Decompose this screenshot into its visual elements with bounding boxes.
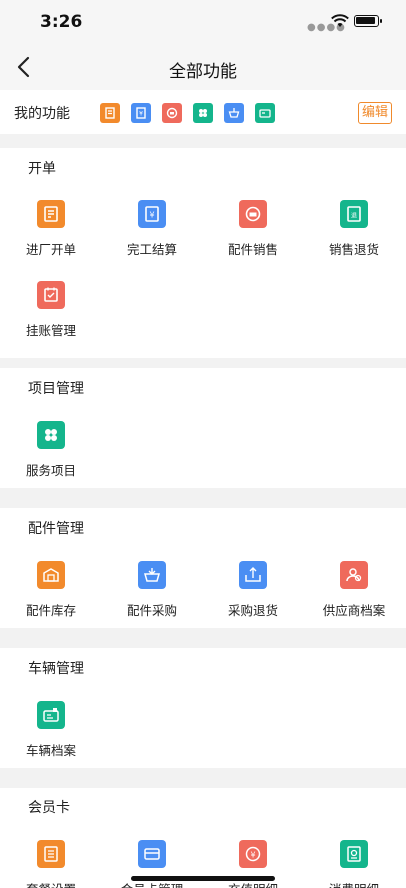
section-title: 车辆管理 <box>28 661 84 677</box>
item-label: 消费明细 <box>309 879 399 888</box>
item-purchase-return[interactable]: 采购退货 <box>208 561 298 619</box>
status-time: 3:26 <box>40 12 83 32</box>
purchase-return-icon <box>239 561 267 589</box>
settlement-icon[interactable]: ¥ <box>131 103 151 123</box>
page-title: 全部功能 <box>169 62 237 82</box>
item-settlement[interactable]: ¥ 完工结算 <box>107 200 197 258</box>
section-title: 开单 <box>28 161 56 177</box>
item-label: 销售退货 <box>328 242 379 257</box>
nav-bar: 全部功能 <box>0 46 406 90</box>
item-label: 车辆档案 <box>25 743 76 758</box>
supplier-file-icon <box>340 561 368 589</box>
settlement-icon: ¥ <box>138 200 166 228</box>
services-icon <box>37 421 65 449</box>
consumption-detail-icon <box>340 840 368 868</box>
membership-card-icon <box>138 840 166 868</box>
section-title: 项目管理 <box>28 381 84 397</box>
credit-account-icon <box>37 281 65 309</box>
section-title: 会员卡 <box>28 800 70 816</box>
item-label: 配件库存 <box>25 603 76 618</box>
item-label: 配件销售 <box>227 242 278 257</box>
item-label: 挂账管理 <box>25 323 76 338</box>
parts-sales-icon[interactable] <box>162 103 182 123</box>
svg-text:¥: ¥ <box>250 851 255 860</box>
item-label: 配件采购 <box>126 603 177 618</box>
invoice-icon <box>37 200 65 228</box>
svg-text:¥: ¥ <box>139 111 143 118</box>
home-indicator[interactable] <box>131 876 275 881</box>
parts-inventory-icon <box>37 561 65 589</box>
parts-purchase-icon <box>138 561 166 589</box>
item-label: 采购退货 <box>227 603 278 618</box>
section-parts: 配件管理 配件库存 配件采购 采购退货 供应商档案 <box>0 508 406 628</box>
item-vehicle-file[interactable]: 车辆档案 <box>6 701 96 759</box>
my-features-label: 我的功能 <box>14 106 70 122</box>
item-invoice[interactable]: 进厂开单 <box>6 200 96 258</box>
parts-sales-icon <box>239 200 267 228</box>
edit-button[interactable]: 编辑 <box>358 102 392 124</box>
parts-purchase-icon[interactable] <box>224 103 244 123</box>
status-bar: 3:26 ●●●● <box>0 0 406 46</box>
item-credit-account[interactable]: 挂账管理 <box>6 281 96 339</box>
section-title: 配件管理 <box>28 521 84 537</box>
vehicle-file-icon[interactable] <box>255 103 275 123</box>
item-label: 服务项目 <box>25 463 76 478</box>
item-supplier-file[interactable]: 供应商档案 <box>309 561 399 619</box>
item-label: 完工结算 <box>126 242 177 257</box>
sales-return-icon: 退 <box>340 200 368 228</box>
my-features-bar: 我的功能 ¥ 编辑 <box>0 90 406 134</box>
battery-icon <box>354 15 382 27</box>
services-icon[interactable] <box>193 103 213 123</box>
section-billing: 开单 进厂开单 ¥ 完工结算 配件销售 退 销售退货 挂账管理 <box>0 148 406 358</box>
item-parts-sales[interactable]: 配件销售 <box>208 200 298 258</box>
item-services[interactable]: 服务项目 <box>6 421 96 479</box>
svg-text:¥: ¥ <box>149 211 154 220</box>
section-project: 项目管理 服务项目 <box>0 368 406 488</box>
invoice-icon[interactable] <box>100 103 120 123</box>
package-settings-icon <box>37 840 65 868</box>
item-consumption-detail[interactable]: 消费明细 <box>309 840 399 888</box>
item-parts-inventory[interactable]: 配件库存 <box>6 561 96 619</box>
item-label: 进厂开单 <box>25 242 76 257</box>
item-label: 套餐设置 <box>6 879 96 888</box>
vehicle-file-icon <box>37 701 65 729</box>
section-membership: 会员卡 套餐设置 会员卡管理 ¥ 充值明细 消费明细 <box>0 788 406 888</box>
item-parts-purchase[interactable]: 配件采购 <box>107 561 197 619</box>
item-sales-return[interactable]: 退 销售退货 <box>309 200 399 258</box>
svg-text:退: 退 <box>351 212 357 220</box>
item-label: 供应商档案 <box>322 603 386 618</box>
section-vehicle: 车辆管理 车辆档案 <box>0 648 406 768</box>
wifi-icon <box>331 14 349 27</box>
item-package-settings[interactable]: 套餐设置 <box>6 840 96 888</box>
recharge-detail-icon: ¥ <box>239 840 267 868</box>
